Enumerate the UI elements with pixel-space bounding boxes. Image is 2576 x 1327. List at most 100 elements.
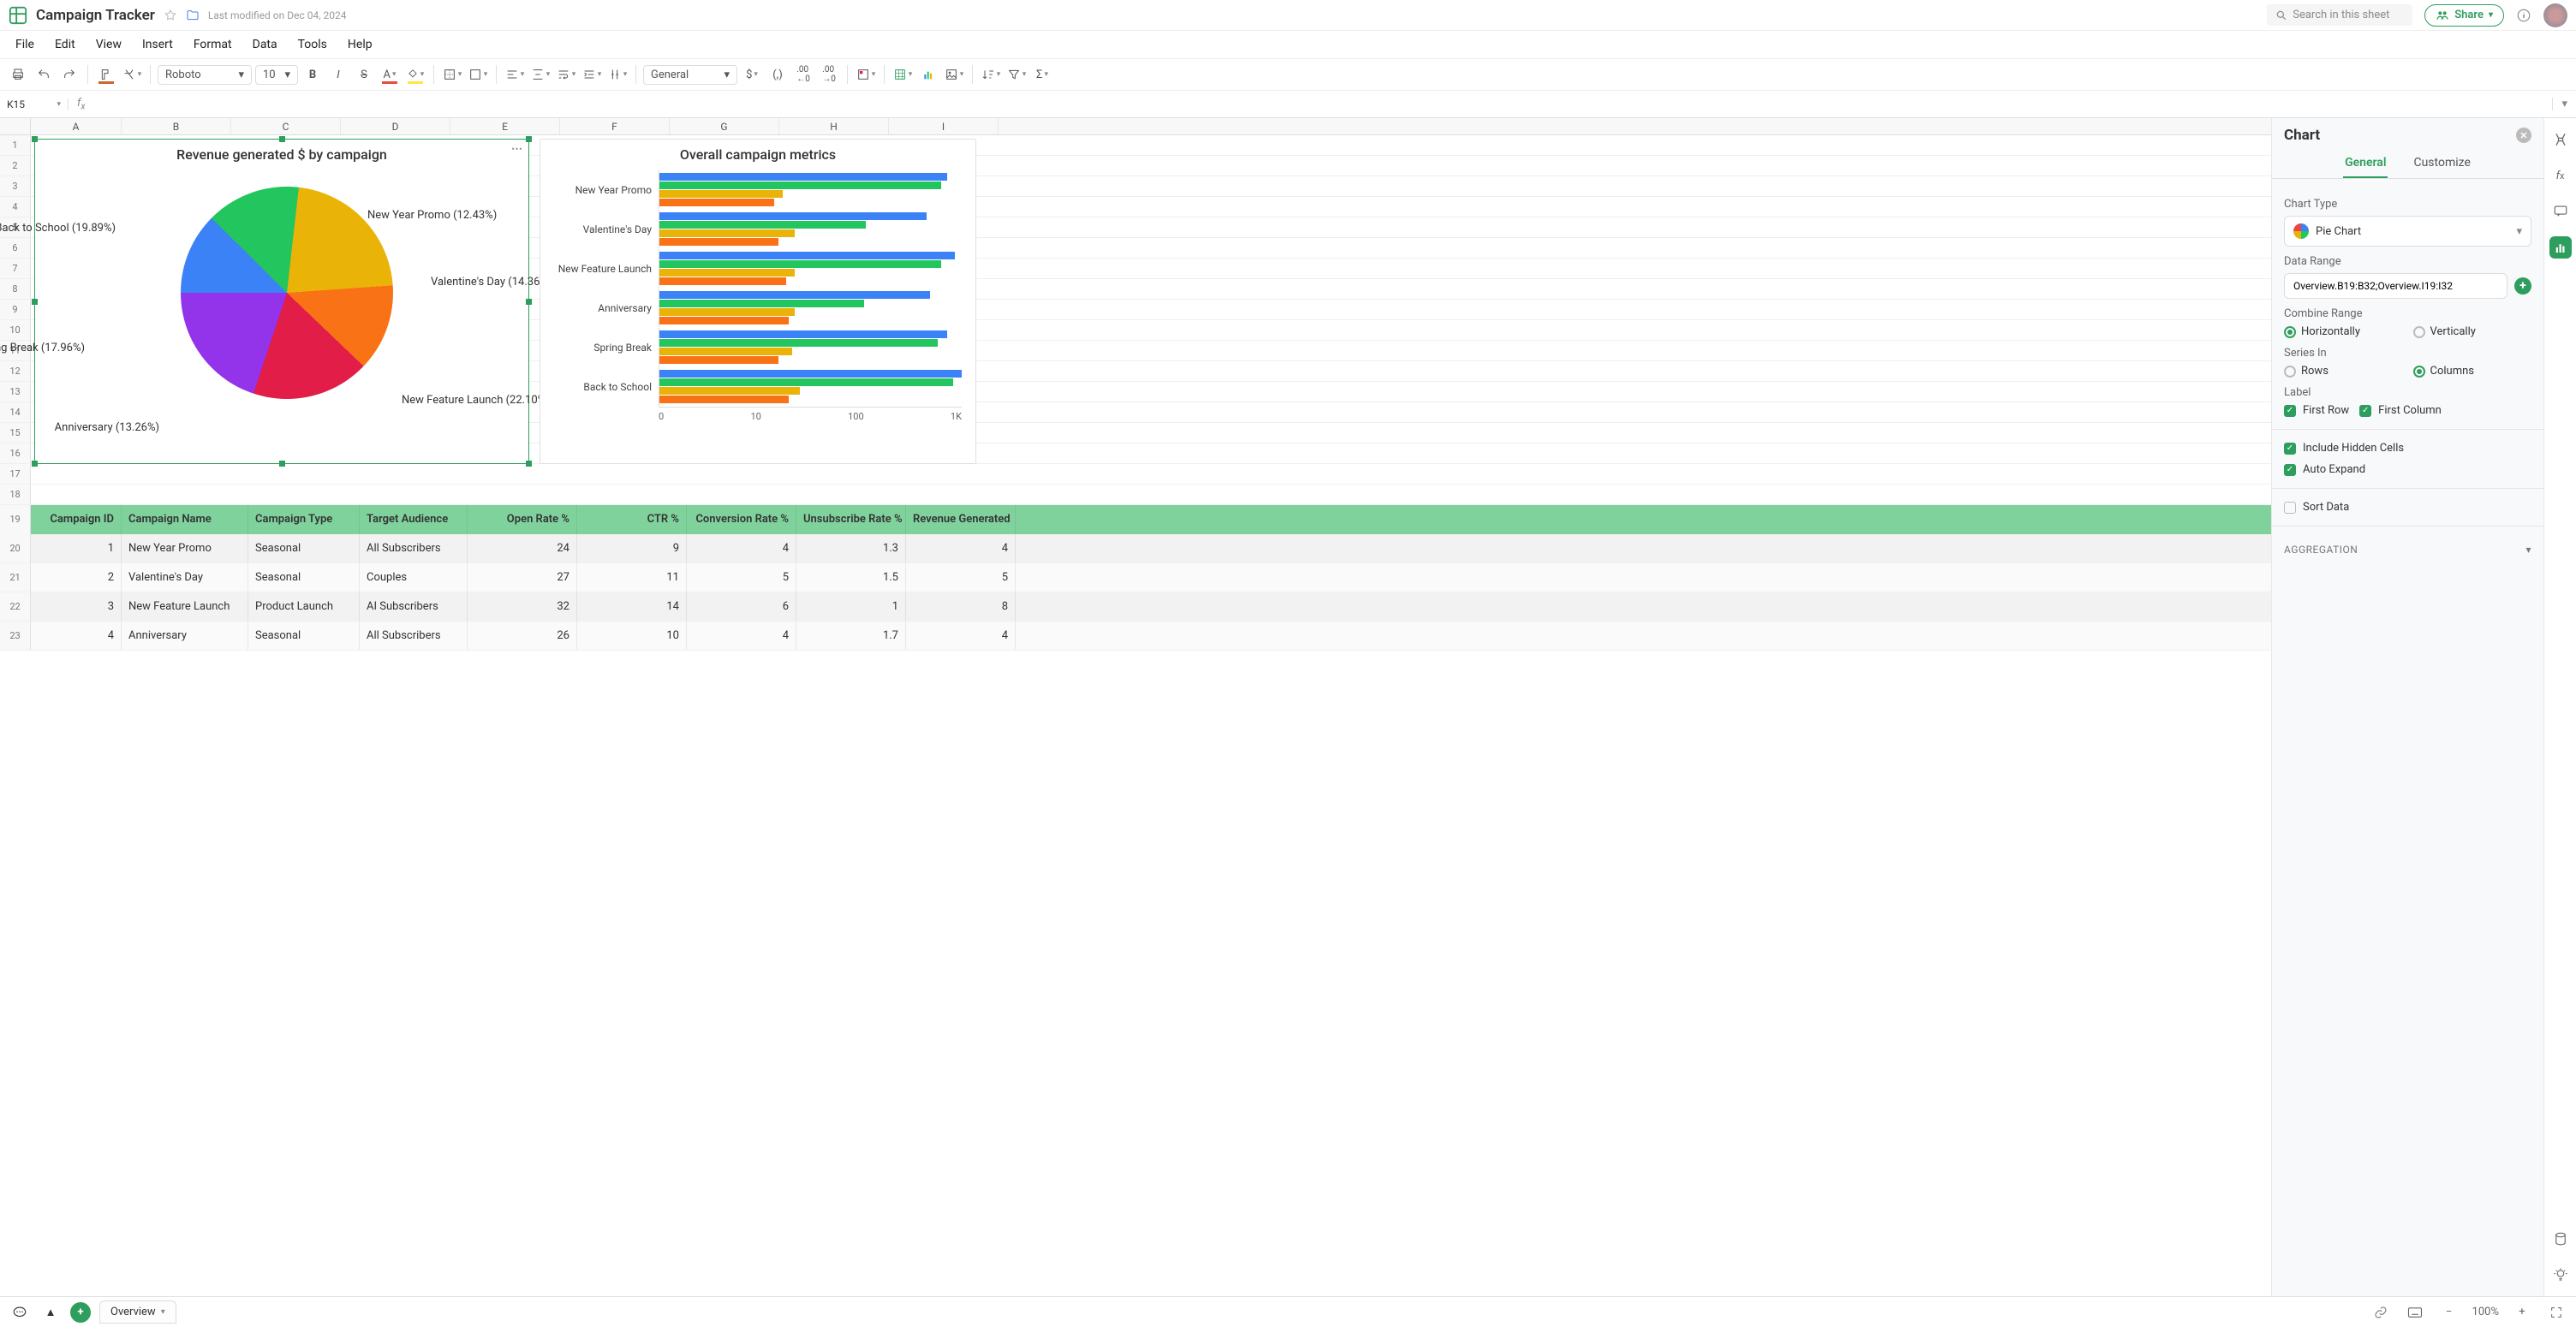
table-header[interactable]: CTR %	[577, 505, 687, 534]
star-icon[interactable]	[164, 9, 177, 22]
menu-insert[interactable]: Insert	[134, 34, 182, 55]
menu-help[interactable]: Help	[339, 34, 381, 55]
row-number[interactable]: 13	[0, 382, 31, 402]
keyboard-icon[interactable]	[2404, 1301, 2426, 1324]
tab-customize[interactable]: Customize	[2412, 151, 2472, 178]
formula-input[interactable]	[94, 91, 2553, 117]
combine-vertically[interactable]: Vertically	[2413, 325, 2532, 338]
series-columns[interactable]: Columns	[2413, 365, 2532, 378]
chart-type-selector[interactable]: Pie Chart ▾	[2284, 216, 2531, 247]
merge-icon[interactable]: ▾	[467, 63, 489, 86]
pie-chart[interactable]: ⋯ Revenue generated $ by campaign New Ye…	[34, 139, 529, 464]
conditional-format-icon[interactable]: ▾	[855, 63, 877, 86]
table-header[interactable]: Revenue Generated	[906, 505, 1016, 534]
ai-assistant-icon[interactable]	[2549, 128, 2572, 151]
add-range-button[interactable]: +	[2514, 277, 2531, 295]
zoom-in-icon[interactable]: +	[2511, 1301, 2533, 1324]
menu-tools[interactable]: Tools	[289, 34, 336, 55]
fill-color-icon[interactable]: ▾	[404, 63, 426, 86]
row-number[interactable]: 1	[0, 135, 31, 155]
font-size-selector[interactable]: 10▾	[255, 65, 298, 85]
comments-icon[interactable]	[2549, 200, 2572, 223]
chat-icon[interactable]	[9, 1301, 31, 1324]
lightbulb-icon[interactable]	[2549, 1264, 2572, 1286]
auto-expand[interactable]: ✓Auto Expand	[2284, 463, 2531, 476]
avatar[interactable]	[2543, 3, 2567, 27]
text-direction-icon[interactable]: ▾	[606, 63, 629, 86]
borders-icon[interactable]: ▾	[441, 63, 463, 86]
row-number[interactable]: 17	[0, 464, 31, 484]
functions-icon[interactable]: Σ▾	[1031, 63, 1053, 86]
insert-image-icon[interactable]: ▾	[943, 63, 965, 86]
number-format-selector[interactable]: General▾	[643, 65, 737, 85]
align-v-icon[interactable]: ▾	[529, 63, 552, 86]
table-header[interactable]: Conversion Rate %	[687, 505, 796, 534]
strikethrough-icon[interactable]: S	[353, 63, 375, 86]
info-icon[interactable]	[2516, 8, 2531, 23]
close-icon[interactable]: ✕	[2516, 128, 2531, 143]
row-number[interactable]: 20	[0, 534, 31, 562]
row-number[interactable]: 12	[0, 361, 31, 381]
doc-title[interactable]: Campaign Tracker	[36, 7, 155, 24]
table-row[interactable]: 22 3 New Feature Launch Product Launch A…	[0, 592, 2271, 622]
align-h-icon[interactable]: ▾	[504, 63, 526, 86]
col-header[interactable]: F	[560, 118, 670, 134]
table-header[interactable]: Target Audience	[360, 505, 468, 534]
paint-format-icon[interactable]	[95, 63, 117, 86]
menu-file[interactable]: File	[7, 34, 43, 55]
table-row[interactable]: 20 1 New Year Promo Seasonal All Subscri…	[0, 534, 2271, 563]
row-number[interactable]: 21	[0, 563, 31, 592]
spreadsheet-grid[interactable]: A B C D E F G H I 1234567891011121314151…	[0, 118, 2271, 1296]
row-number[interactable]: 8	[0, 279, 31, 299]
col-header[interactable]: C	[231, 118, 341, 134]
currency-icon[interactable]: $▾	[741, 63, 763, 86]
bold-icon[interactable]: B	[301, 63, 324, 86]
sort-data[interactable]: Sort Data	[2284, 501, 2531, 514]
row-number[interactable]: 23	[0, 622, 31, 650]
menu-data[interactable]: Data	[244, 34, 286, 55]
undo-icon[interactable]	[33, 63, 55, 86]
row-number[interactable]: 9	[0, 300, 31, 319]
col-header[interactable]: A	[31, 118, 122, 134]
row-number[interactable]: 14	[0, 402, 31, 422]
font-family-selector[interactable]: Roboto▾	[158, 65, 252, 85]
col-header[interactable]: D	[341, 118, 450, 134]
row-number[interactable]: 10	[0, 320, 31, 340]
clear-format-icon[interactable]: ▾	[121, 63, 143, 86]
table-header[interactable]: Campaign Name	[122, 505, 248, 534]
table-header[interactable]: Unsubscribe Rate %	[796, 505, 906, 534]
cell-reference-box[interactable]: K15▾	[0, 98, 69, 110]
table-header[interactable]: Open Rate %	[468, 505, 577, 534]
row-number[interactable]: 2	[0, 156, 31, 176]
series-rows[interactable]: Rows	[2284, 365, 2403, 378]
col-header[interactable]: H	[779, 118, 889, 134]
search-sheet[interactable]: Search in this sheet	[2267, 4, 2412, 26]
combine-horizontally[interactable]: Horizontally	[2284, 325, 2403, 338]
zoom-level[interactable]: 100%	[2472, 1306, 2499, 1318]
col-header[interactable]: B	[122, 118, 231, 134]
filter-icon[interactable]: ▾	[1005, 63, 1028, 86]
insert-chart-icon[interactable]	[917, 63, 939, 86]
redo-icon[interactable]	[58, 63, 80, 86]
print-icon[interactable]	[7, 63, 29, 86]
formula-expand-icon[interactable]: ▾	[2552, 98, 2576, 110]
table-header[interactable]: Campaign ID	[31, 505, 122, 534]
data-range-input[interactable]	[2284, 273, 2507, 299]
col-header[interactable]: I	[889, 118, 999, 134]
indent-icon[interactable]: ▾	[581, 63, 603, 86]
table-row[interactable]: 23 4 Anniversary Seasonal All Subscriber…	[0, 622, 2271, 651]
row-number[interactable]: 15	[0, 423, 31, 443]
label-first-row[interactable]: ✓First Row	[2284, 404, 2349, 417]
text-color-icon[interactable]: A▾	[379, 63, 401, 86]
chart-panel-icon[interactable]	[2549, 236, 2572, 259]
row-number[interactable]: 18	[0, 485, 31, 504]
col-header[interactable]: E	[450, 118, 560, 134]
sheet-tab-overview[interactable]: Overview▾	[99, 1300, 176, 1324]
increase-decimal-icon[interactable]: .00←0	[792, 63, 814, 86]
menu-view[interactable]: View	[87, 34, 130, 55]
wrap-icon[interactable]: ▾	[555, 63, 577, 86]
decrease-decimal-icon[interactable]: .00→0	[818, 63, 840, 86]
add-sheet-button[interactable]: +	[70, 1302, 91, 1323]
link-icon[interactable]	[2370, 1301, 2392, 1324]
zoom-out-icon[interactable]: −	[2438, 1301, 2460, 1324]
